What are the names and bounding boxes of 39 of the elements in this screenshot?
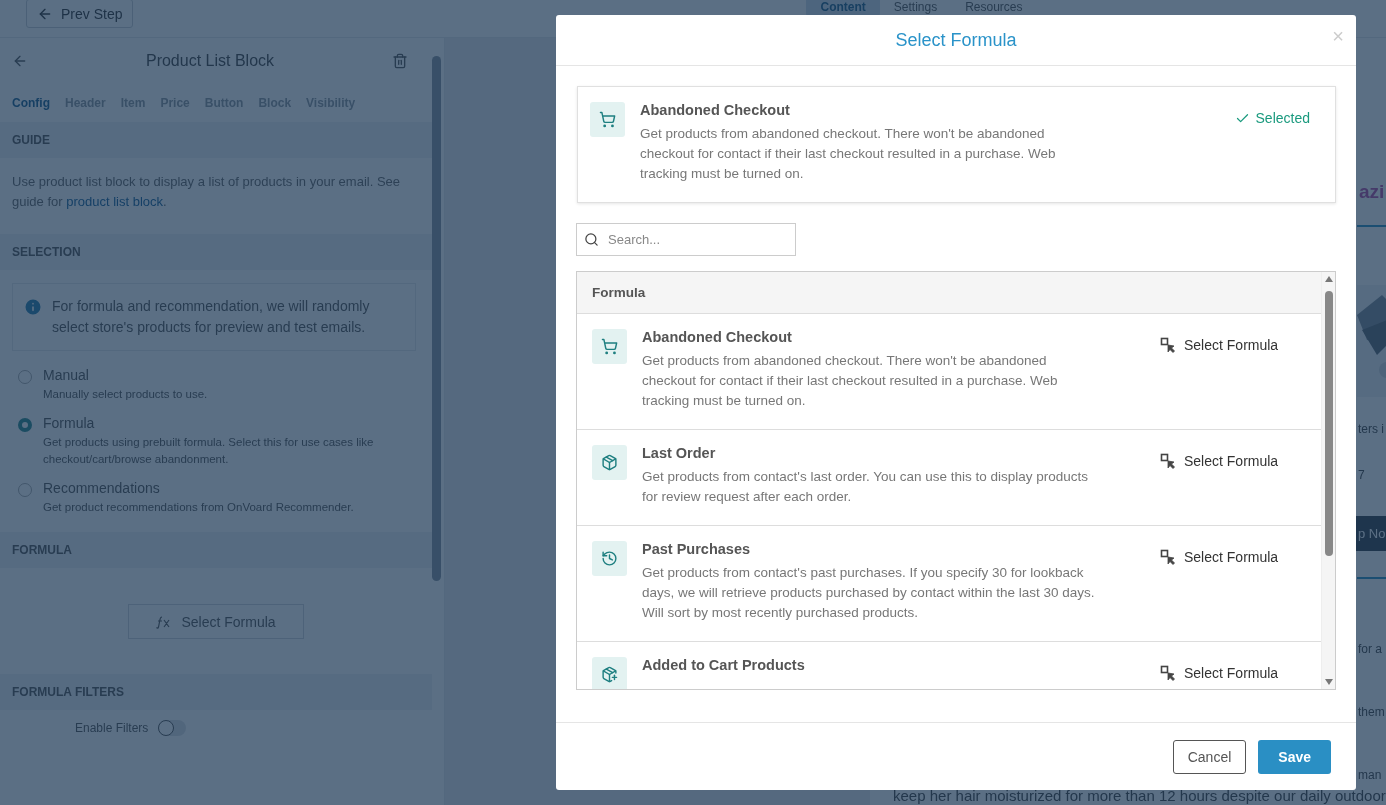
select-formula-button[interactable]: Select Formula (1160, 665, 1279, 681)
cart-icon (590, 102, 625, 137)
search-icon (584, 232, 599, 247)
formula-description: Get products from abandoned checkout. There won't be abandoned checkout for contact if their last checkout resulted in a purchase. Web tracking must be turned on. (640, 125, 1057, 183)
preview-text: keep her hair moisturized for more than 12 hours despite our daily outdoor (893, 789, 1386, 803)
formula-title: Added to Cart Products (642, 657, 806, 673)
modal-title: Select Formula (895, 29, 1017, 51)
preview-text: them (1358, 705, 1385, 719)
scroll-up-icon[interactable] (1325, 276, 1333, 282)
cursor-select-icon (1160, 549, 1176, 565)
box-icon (592, 445, 627, 480)
cart-icon (592, 329, 627, 364)
formula-description: Get products from contact's last order. You can use this to display products for review request after each order. (642, 468, 1090, 506)
scrollbar[interactable] (1321, 272, 1335, 689)
select-formula-button[interactable]: Select Formula (1160, 549, 1279, 565)
preview-text: man (1358, 768, 1382, 782)
formula-description: Get products from contact's past purchases. If you specify 30 for lookback days, we will retrieve products purchased by contact within the last 30 days. Will sort by most recently purchased products. (642, 564, 1096, 622)
formula-description: Get products from abandoned checkout. There won't be abandoned checkout for contact if their last checkout resulted in a purchase. Web tracking must be turned on. (642, 352, 1059, 410)
formula-title: Past Purchases (642, 541, 751, 557)
panel-tab[interactable]: Config (12, 96, 50, 110)
save-button[interactable]: Save (1258, 739, 1331, 774)
formula-title: Abandoned Checkout (640, 102, 791, 118)
list-header: Formula (577, 272, 1321, 314)
formula-title: Abandoned Checkout (642, 329, 793, 345)
cursor-select-icon (1160, 453, 1176, 469)
search-field[interactable]: Search... (576, 223, 796, 256)
cursor-select-icon (1160, 337, 1176, 353)
select-formula-button[interactable]: Select Formula (1160, 337, 1279, 353)
preview-text: 7 (1358, 468, 1365, 482)
selected-status: Selected (1255, 110, 1310, 126)
cursor-select-icon (1160, 665, 1176, 681)
history-icon (592, 541, 627, 576)
select-formula-button[interactable]: Select Formula (1160, 453, 1279, 469)
cancel-button[interactable]: Cancel (1172, 739, 1247, 774)
scroll-down-icon[interactable] (1325, 679, 1333, 685)
close-button[interactable]: × (1332, 25, 1344, 48)
formula-title: Last Order (642, 445, 717, 461)
panel-title: Product List Block (145, 52, 275, 70)
box-plus-icon (592, 657, 627, 689)
